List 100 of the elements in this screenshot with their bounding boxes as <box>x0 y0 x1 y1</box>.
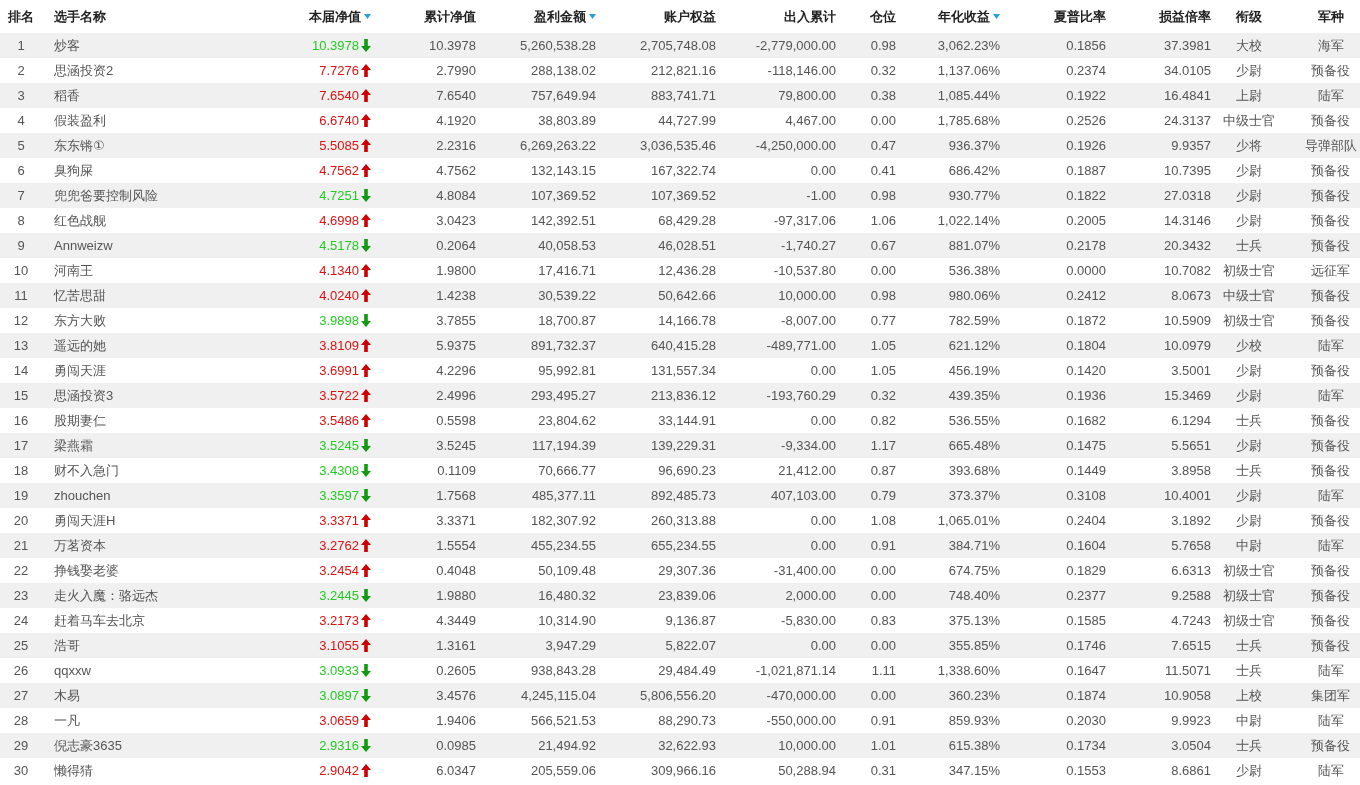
table-cell: 1.7568 <box>436 488 476 503</box>
table-cell: 4 <box>17 113 25 128</box>
table-cell: 655,234.55 <box>650 538 716 553</box>
player-name: 赶着马车去北京 <box>54 612 145 628</box>
table-cell: 360.23% <box>948 688 1000 703</box>
table-cell: 2 <box>17 63 25 78</box>
table-cell: 3.0504 <box>1171 738 1211 753</box>
table-cell: 79,800.00 <box>778 88 836 103</box>
table-cell: 1.9406 <box>436 713 476 728</box>
table-cell: 中级士官 <box>1223 112 1275 128</box>
table-cell: 预备役 <box>1311 62 1350 78</box>
net-value: 3.2445 <box>319 588 359 603</box>
table-cell: 上校 <box>1236 687 1262 703</box>
table-cell: 107,369.52 <box>650 188 716 203</box>
table-cell: 1.11 <box>871 663 896 678</box>
table-cell: 485,377.11 <box>531 488 596 503</box>
sort-down-icon[interactable] <box>364 14 371 19</box>
column-header[interactable]: 盈利金额 <box>534 7 586 26</box>
net-value: 2.9042 <box>319 763 359 778</box>
table-cell: 21 <box>13 538 29 553</box>
table-cell: 29,307.36 <box>658 563 716 578</box>
table-cell: 24.3137 <box>1164 113 1211 128</box>
column-header[interactable]: 出入累计 <box>784 7 836 26</box>
column-header[interactable]: 军种 <box>1317 7 1344 26</box>
column-header[interactable]: 衔级 <box>1236 7 1262 26</box>
table-cell: 9.2588 <box>1171 588 1211 603</box>
column-header[interactable]: 本届净值 <box>309 7 361 26</box>
player-name: 遥远的她 <box>54 337 106 353</box>
table-cell: 936.37% <box>948 138 1000 153</box>
table-cell: 陆军 <box>1317 487 1344 503</box>
table-cell: 536.55% <box>948 413 1000 428</box>
table-cell: 0.2005 <box>1066 213 1106 228</box>
net-value: 4.0240 <box>319 288 359 303</box>
table-cell: 预备役 <box>1311 212 1350 228</box>
table-cell: 集团军 <box>1311 687 1350 703</box>
column-header[interactable]: 排名 <box>8 7 34 26</box>
column-header[interactable]: 账户权益 <box>664 7 716 26</box>
net-value: 6.6740 <box>319 113 359 128</box>
table-cell: 中尉 <box>1236 712 1262 728</box>
table-cell: 0.98 <box>870 188 896 203</box>
table-cell: 16 <box>13 413 29 428</box>
table-cell: 0.1449 <box>1066 463 1106 478</box>
table-cell: 212,821.16 <box>650 63 716 78</box>
table-cell: 8 <box>17 213 25 228</box>
table-cell: 0.00 <box>810 513 836 528</box>
column-header[interactable]: 选手名称 <box>54 7 106 26</box>
table-cell: 3.8958 <box>1171 463 1211 478</box>
table-cell: 0.67 <box>870 238 896 253</box>
net-value: 3.3597 <box>319 488 359 503</box>
table-cell: 439.35% <box>948 388 1000 403</box>
table-cell: 260,313.88 <box>650 513 716 528</box>
table-cell: 131,557.34 <box>650 363 716 378</box>
net-value: 3.0659 <box>319 713 359 728</box>
net-value: 3.3371 <box>319 513 359 528</box>
table-cell: 海军 <box>1317 37 1344 53</box>
table-cell: 117,194.39 <box>531 438 596 453</box>
table-cell: 288,138.02 <box>530 63 596 78</box>
table-cell: 0.1922 <box>1066 88 1106 103</box>
table-cell: 4.7562 <box>436 163 476 178</box>
table-cell: -550,000.00 <box>766 713 836 728</box>
table-cell: -193,760.29 <box>766 388 836 403</box>
column-header[interactable]: 夏普比率 <box>1054 7 1106 26</box>
sort-down-icon[interactable] <box>993 14 1000 19</box>
table-cell: 375.13% <box>948 613 1000 628</box>
player-name: 勇闯天涯 <box>54 362 106 378</box>
table-cell: 少尉 <box>1236 362 1262 378</box>
table-cell: 0.91 <box>870 713 896 728</box>
table-cell: 少将 <box>1236 137 1262 153</box>
table-cell: 5,806,556.20 <box>640 688 716 703</box>
table-cell: 0.00 <box>870 638 896 653</box>
table-cell: 9,136.87 <box>665 613 716 628</box>
table-cell: -5,830.00 <box>781 613 836 628</box>
table-cell: 陆军 <box>1317 762 1344 778</box>
table-cell: -31,400.00 <box>773 563 836 578</box>
table-cell: 0.00 <box>870 588 896 603</box>
table-cell: 23,804.62 <box>538 413 596 428</box>
column-header[interactable]: 年化收益 <box>938 7 990 26</box>
player-name: 财不入急门 <box>54 462 119 478</box>
table-cell: 32,622.93 <box>658 738 716 753</box>
table-cell: 205,559.06 <box>530 763 596 778</box>
table-cell: 1.17 <box>870 438 896 453</box>
table-cell: 0.00 <box>810 363 836 378</box>
table-cell: 10 <box>13 263 29 278</box>
table-cell: 10.3978 <box>429 38 476 53</box>
table-cell: 25 <box>13 638 29 653</box>
column-header[interactable]: 仓位 <box>870 7 896 26</box>
table-cell: 5.7658 <box>1171 538 1211 553</box>
table-cell: 0.1475 <box>1066 438 1106 453</box>
player-name: 挣钱娶老婆 <box>54 562 119 578</box>
table-cell: 29,484.49 <box>658 663 716 678</box>
column-header[interactable]: 累计净值 <box>424 7 476 26</box>
table-cell: 23 <box>13 588 29 603</box>
table-cell: 980.06% <box>948 288 1000 303</box>
table-cell: 384.71% <box>948 538 1000 553</box>
sort-down-icon[interactable] <box>589 14 596 19</box>
player-name: 稻香 <box>54 87 80 103</box>
table-cell: 782.59% <box>948 313 1000 328</box>
column-header[interactable]: 损益倍率 <box>1159 7 1211 26</box>
player-name: 红色战舰 <box>54 212 106 228</box>
table-cell: 初级士官 <box>1223 562 1275 578</box>
